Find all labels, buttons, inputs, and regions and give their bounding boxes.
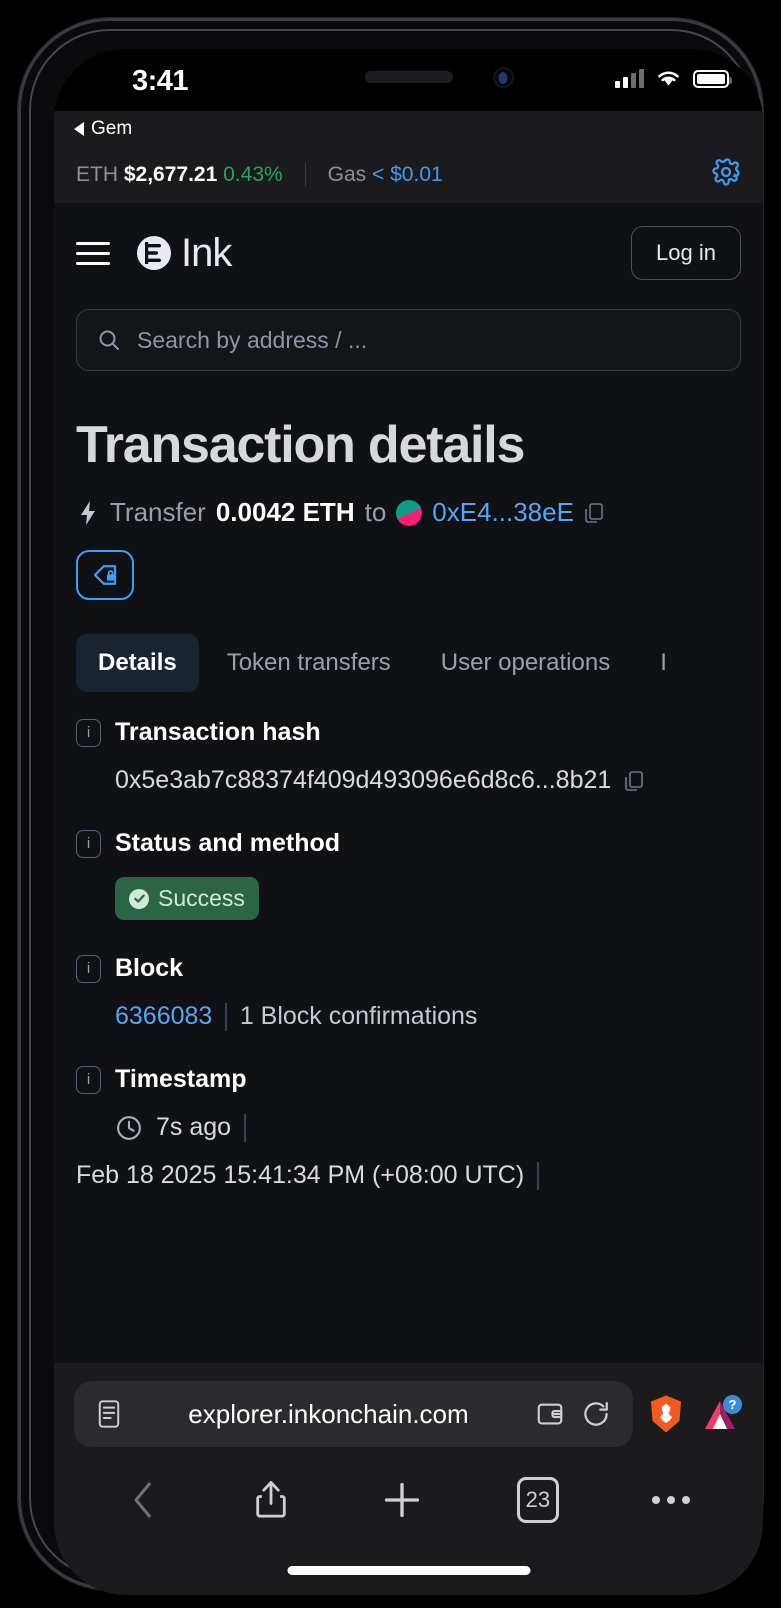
status-bar-clock: 3:41 [132,65,189,97]
transfer-amount: 0.0042 ETH [215,497,355,527]
phone-frame: 3:41 Gem ETH $2,677.21 0.43% Gas < $0.01… [18,18,763,1595]
private-tag-icon [93,565,117,585]
detail-row-status-and-method: i Status and method Success [76,829,741,920]
tab-count-button[interactable]: 23 [516,1477,559,1523]
back-to-app-label: Gem [91,118,133,139]
transfer-action: Transfer [110,497,206,527]
more-options-icon[interactable] [652,1496,691,1504]
info-icon[interactable]: i [76,829,101,858]
tab-user-operations[interactable]: User operations [419,634,632,692]
tab-token-transfers[interactable]: Token transfers [205,634,413,692]
brave-rewards-bat-icon[interactable]: ? [699,1392,743,1436]
share-icon[interactable] [254,1479,288,1521]
check-icon [129,888,149,909]
ink-logo[interactable]: Ink [134,230,232,276]
tab-bar: Details Token transfers User operations … [76,634,763,692]
wallet-icon[interactable] [535,1400,565,1428]
search-input[interactable]: Search by address / ... [76,309,741,371]
timestamp-relative: 7s ago [156,1113,232,1141]
detail-row-timestamp: i Timestamp 7s ago Feb 18 2025 15:41:34 … [76,1065,741,1190]
device-notch [275,49,542,111]
wifi-icon [658,71,679,86]
timestamp-absolute: Feb 18 2025 15:41:34 PM (+08:00 UTC) [76,1161,525,1189]
transfer-address[interactable]: 0xE4...38eE [432,497,574,528]
browser-nav-bar: 23 [54,1461,763,1539]
reload-icon[interactable] [581,1399,611,1429]
divider [304,163,306,187]
transfer-to-label: to [364,497,387,527]
home-indicator [287,1566,530,1575]
details-list: i Transaction hash 0x5e3ab7c88374f409d49… [76,718,741,1190]
detail-label: Block [115,954,184,982]
copy-icon[interactable] [584,502,604,524]
gas-value: < $0.01 [372,163,443,186]
divider [244,1113,246,1142]
detail-row-transaction-hash: i Transaction hash 0x5e3ab7c88374f409d49… [76,718,741,795]
info-icon[interactable]: i [76,718,101,747]
back-triangle-icon [74,122,84,136]
tab-internal-txns[interactable]: I [638,634,689,692]
site-stats-bar: ETH $2,677.21 0.43% Gas < $0.01 [54,147,763,203]
search-icon [99,330,119,350]
status-badge: Success [115,877,259,920]
detail-label: Timestamp [115,1065,247,1093]
copy-icon[interactable] [624,770,644,792]
status-bar-indicators [615,69,732,88]
detail-label: Transaction hash [115,718,321,746]
page-title: Transaction details [76,416,525,474]
search-placeholder: Search by address / ... [137,326,368,353]
login-button[interactable]: Log in [631,226,741,280]
rewards-badge-text: ? [729,1397,737,1412]
url-text: explorer.inkonchain.com [188,1398,469,1429]
eth-price: $2,677.21 [123,163,218,186]
divider [225,1002,227,1031]
cellular-signal-icon [615,69,644,88]
divider [537,1161,539,1190]
ink-logo-text: Ink [181,230,232,275]
tab-details[interactable]: Details [76,634,199,692]
block-confirmations: 1 Block confirmations [239,1002,478,1030]
info-icon[interactable]: i [76,1065,101,1094]
phone-screen: 3:41 Gem ETH $2,677.21 0.43% Gas < $0.01… [54,49,763,1595]
clock-icon [117,1115,141,1140]
hamburger-menu-icon[interactable] [76,241,110,265]
url-bar[interactable]: explorer.inkonchain.com [74,1381,633,1447]
brave-lion-icon[interactable] [647,1394,685,1434]
detail-label: Status and method [115,829,341,857]
transfer-summary: Transfer 0.0042 ETH to 0xE4...38eE [76,497,741,528]
status-label: Success [158,885,245,911]
app-header: Ink Log in [54,203,763,303]
info-icon[interactable]: i [76,954,101,983]
notch-speaker [364,71,453,83]
address-avatar [396,499,423,526]
plus-icon[interactable] [381,1479,423,1521]
battery-icon [693,69,732,88]
private-tag-button[interactable] [76,550,134,600]
gas-label: Gas [327,163,367,186]
back-chevron-icon[interactable] [127,1480,161,1520]
eth-label: ETH [76,163,118,186]
browser-chrome: explorer.inkonchain.com ? 23 [54,1363,763,1595]
notch-camera [492,67,514,88]
page-content: Ink Log in Search by address / ... Trans… [54,203,763,1363]
block-number-link[interactable]: 6366083 [115,1002,212,1031]
eth-change: 0.43% [223,163,283,186]
detail-row-block: i Block 6366083 1 Block confirmations [76,954,741,1031]
transaction-hash-value: 0x5e3ab7c88374f409d493096e6d8c6...8b21 [115,766,612,794]
url-bar-row: explorer.inkonchain.com ? [54,1381,763,1447]
lightning-bolt-icon [81,500,95,525]
ink-logo-icon [137,236,171,270]
gear-icon[interactable] [711,157,741,193]
reader-view-icon[interactable] [96,1399,122,1429]
back-to-app-link[interactable]: Gem [54,111,763,147]
